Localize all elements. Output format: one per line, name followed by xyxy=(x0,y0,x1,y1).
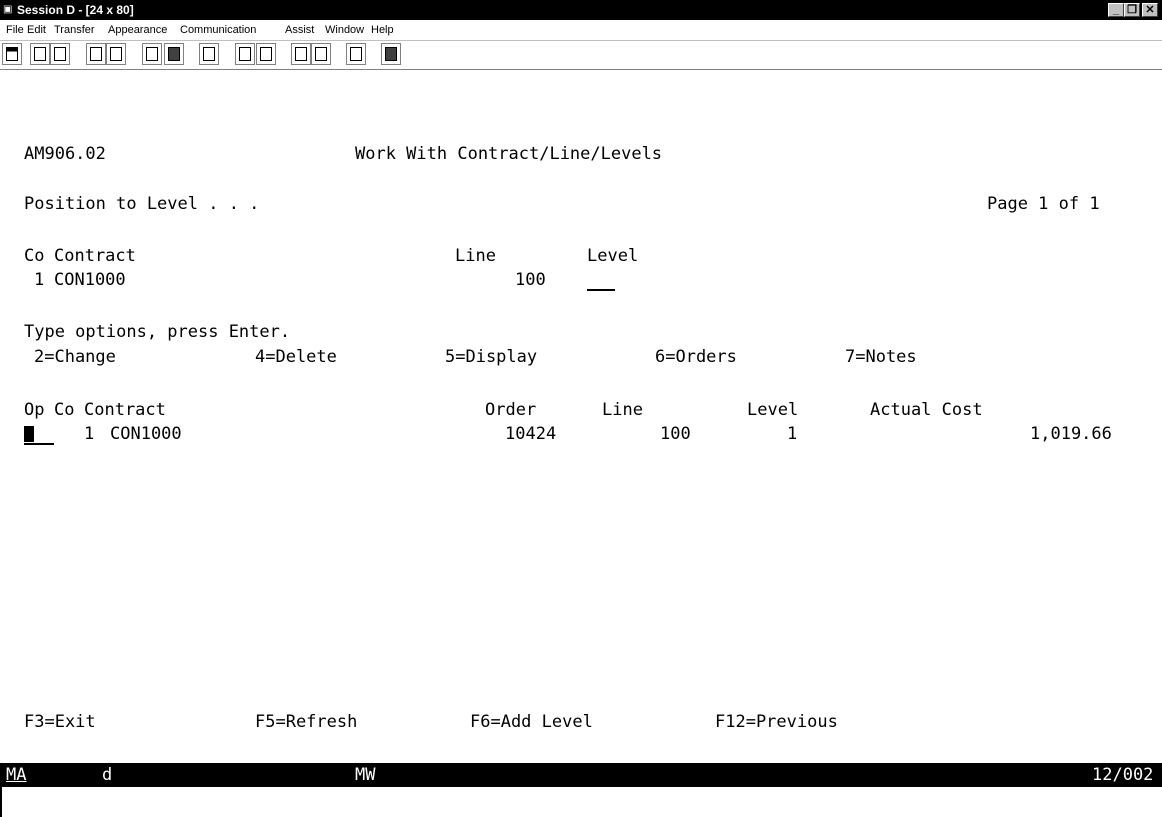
col-level: Level xyxy=(747,400,799,420)
display-setup-button[interactable] xyxy=(142,43,162,65)
record-macro-icon xyxy=(239,47,251,61)
menu-window[interactable]: Window xyxy=(325,23,364,37)
col-co: Co xyxy=(54,400,75,420)
program-id: AM906.02 xyxy=(24,144,106,164)
clipboard-icon xyxy=(350,47,362,61)
send-file-icon xyxy=(90,47,102,61)
option-delete: 4=Delete xyxy=(255,347,337,367)
display-setup-icon xyxy=(146,47,158,61)
system-menu-icon[interactable]: ▣ xyxy=(3,4,15,15)
print-screen-button[interactable] xyxy=(2,43,22,65)
row-level: 1 xyxy=(787,424,798,444)
page-title: Work With Contract/Line/Levels xyxy=(355,144,663,164)
option-notes: 7=Notes xyxy=(845,347,917,367)
send-file-button[interactable] xyxy=(86,43,106,65)
stop-macro-button[interactable] xyxy=(256,43,276,65)
keyboard-map-icon xyxy=(168,47,180,61)
col-order: Order xyxy=(485,400,537,420)
row-order: 10424 xyxy=(505,424,557,444)
row-option-input[interactable] xyxy=(24,424,44,444)
toolbar xyxy=(0,41,1162,70)
restore-button[interactable]: ❐ xyxy=(1124,3,1140,17)
menu-assist[interactable]: Assist xyxy=(285,23,314,37)
menu-bar: File Edit Transfer Appearance Communicat… xyxy=(0,20,1162,41)
keyboard-map-button[interactable] xyxy=(164,43,184,65)
color-map-icon xyxy=(203,47,215,61)
clipboard-button[interactable] xyxy=(346,43,366,65)
col-contract: Contract xyxy=(84,400,166,420)
menu-help[interactable]: Help xyxy=(371,23,394,37)
window-title: Session D - [24 x 80] xyxy=(17,3,134,17)
option-change: 2=Change xyxy=(34,347,116,367)
cursor-position: 12/002 xyxy=(1092,765,1154,785)
position-to-level-label: Position to Level . . . xyxy=(24,194,260,214)
stop-macro-icon xyxy=(260,47,272,61)
col-op: Op xyxy=(24,400,45,420)
exit-session-icon xyxy=(385,47,397,61)
level-header-label: Level xyxy=(587,246,639,266)
terminal-screen: AM906.02 Work With Contract/Line/Levels … xyxy=(0,70,1162,762)
play-macro-button[interactable] xyxy=(291,43,311,65)
menu-transfer[interactable]: Transfer xyxy=(54,23,95,37)
line-header-label: Line xyxy=(455,246,496,266)
fkey-previous[interactable]: F12=Previous xyxy=(715,712,838,732)
co-value: 1 xyxy=(34,270,45,290)
window-border xyxy=(0,787,2,817)
page-indicator: Page 1 of 1 xyxy=(987,194,1100,214)
row-line: 100 xyxy=(660,424,691,444)
minimize-button[interactable]: _ xyxy=(1108,3,1124,17)
instructions-text: Type options, press Enter. xyxy=(24,322,291,342)
exit-session-button[interactable] xyxy=(381,43,401,65)
record-macro-button[interactable] xyxy=(235,43,255,65)
contract-value: CON1000 xyxy=(54,270,126,290)
level-input-underline xyxy=(587,289,615,291)
co-header-label: Co xyxy=(24,246,45,266)
paste-icon xyxy=(54,47,66,61)
status-bar: MA d MW 12/002 xyxy=(0,763,1162,787)
menu-appearance[interactable]: Appearance xyxy=(108,23,167,37)
close-button[interactable]: ✕ xyxy=(1142,3,1158,17)
menu-file[interactable]: File xyxy=(6,23,24,37)
contract-header-label: Contract xyxy=(54,246,136,266)
copy-icon xyxy=(34,47,46,61)
play-macro-icon xyxy=(295,47,307,61)
paste-button[interactable] xyxy=(50,43,70,65)
fkey-exit[interactable]: F3=Exit xyxy=(24,712,96,732)
menu-communication[interactable]: Communication xyxy=(180,23,256,37)
row-actual-cost: 1,019.66 xyxy=(1030,424,1112,444)
macro-list-button[interactable] xyxy=(311,43,331,65)
row-option-underline xyxy=(24,443,54,445)
print-screen-icon xyxy=(6,47,18,61)
color-map-button[interactable] xyxy=(199,43,219,65)
fkey-refresh[interactable]: F5=Refresh xyxy=(255,712,357,732)
col-actual-cost: Actual Cost xyxy=(870,400,983,420)
col-line: Line xyxy=(602,400,643,420)
line-value: 100 xyxy=(515,270,546,290)
fkey-add-level[interactable]: F6=Add Level xyxy=(470,712,593,732)
menu-edit[interactable]: Edit xyxy=(27,23,46,37)
option-orders: 6=Orders xyxy=(655,347,737,367)
receive-file-icon xyxy=(110,47,122,61)
option-display: 5=Display xyxy=(445,347,538,367)
status-indicator: MA xyxy=(6,765,27,785)
row-co: 1 xyxy=(84,424,95,444)
status-session: d xyxy=(102,765,113,785)
title-bar: ▣ Session D - [24 x 80] _ ❐ ✕ xyxy=(0,0,1162,20)
receive-file-button[interactable] xyxy=(106,43,126,65)
copy-button[interactable] xyxy=(30,43,50,65)
macro-list-icon xyxy=(315,47,327,61)
row-contract: CON1000 xyxy=(110,424,182,444)
status-mode: MW xyxy=(355,765,376,785)
